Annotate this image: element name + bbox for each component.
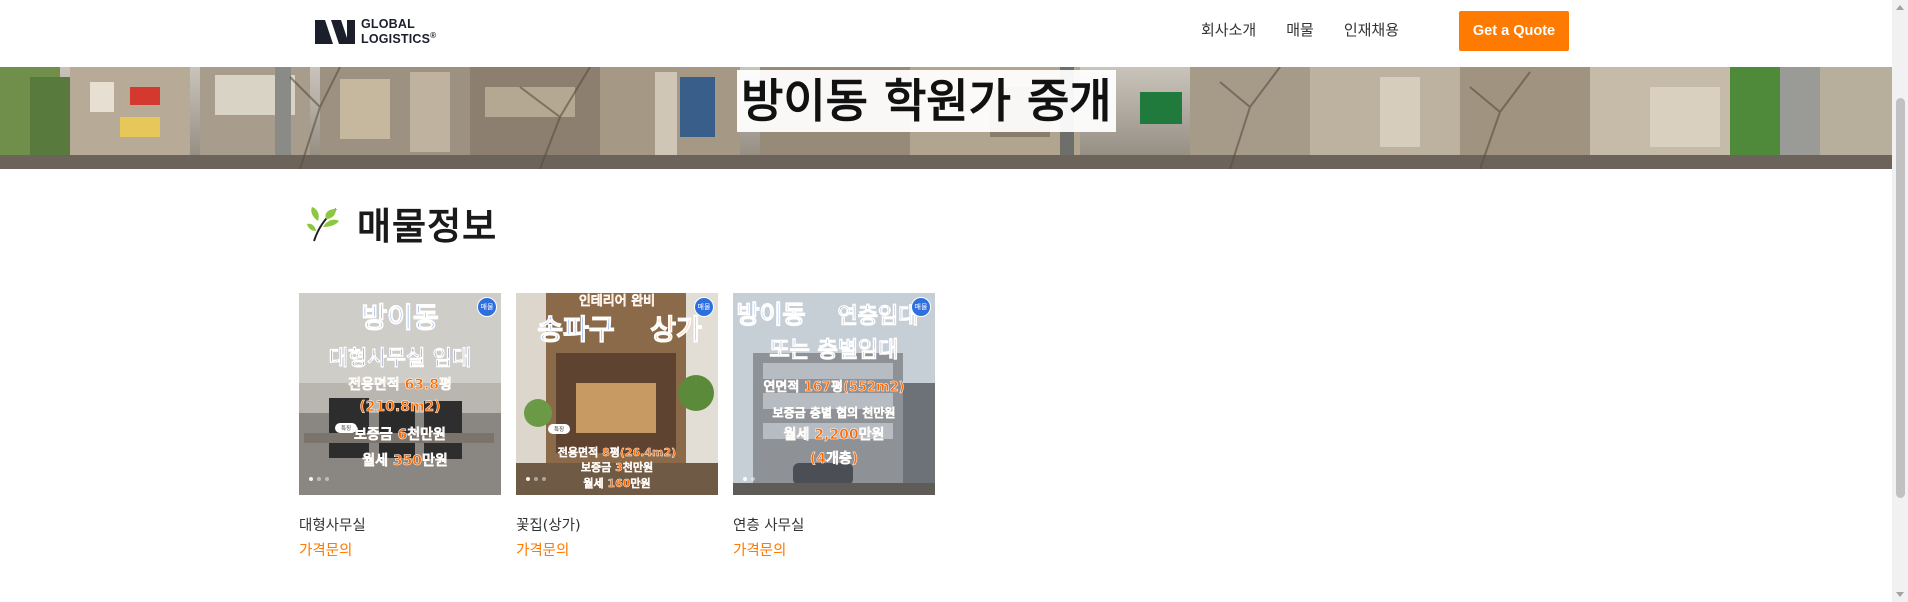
nav-item-careers[interactable]: 인재채용 [1344,19,1399,41]
feature-tag: 특징 [335,423,357,433]
logo-mark-icon [315,20,355,44]
logo-line-2: LOGISTICS [361,32,431,47]
nav-item-company[interactable]: 회사소개 [1201,19,1256,41]
image-line-5: 보증금 층별 협의 천만원 [773,405,896,420]
image-line-6: 월세 2,200만원 [784,426,885,443]
image-line-4: (210.8m2) [359,399,440,415]
hero-banner: 방이동 학원가 중개 [0,67,1892,169]
image-line-1: 인테리어 완비 [579,293,655,309]
listing-name[interactable]: 연층 사무실 [733,516,935,536]
listing-badge: 매물 [911,297,931,317]
carousel-dots[interactable] [309,477,333,481]
scrollbar-thumb[interactable] [1896,98,1905,498]
registered-mark: ® [430,31,437,41]
image-line-5: 보증금 6천만원 [354,427,446,443]
image-line-1: 방이동 [736,300,805,329]
listing-badge: 매물 [694,297,714,317]
listing-badge: 매물 [477,297,497,317]
carousel-dots[interactable] [526,477,550,481]
image-line-7: (4개층) [810,451,858,467]
image-line-2: 송파구 [537,313,614,346]
image-line-2: 연층임대 [838,304,919,329]
section-header: 매물정보 [306,196,497,250]
page-scrollbar[interactable] [1892,0,1908,602]
image-line-3: 전용면적 63.8평 [348,376,452,393]
leaf-icon [307,207,339,242]
image-line-3: 상가 [650,313,702,346]
logo[interactable]: GLOBAL LOGISTICS® [313,18,436,46]
listing-price: 가격문의 [733,543,787,559]
listing-card[interactable]: 인테리어 완비 송파구 상가 전용면적 8평(26.4m2) 보증금 3천만원 … [516,293,718,561]
scroll-down-arrow-icon[interactable] [1896,592,1904,597]
main-nav: 회사소개 매물 인재채용 [1201,19,1429,41]
listing-card[interactable]: 방이동 연층임대 또는 층별임대 연면적 167평(552m2) 보증금 층별 … [733,293,935,561]
listing-card[interactable]: 방이동 대형사무실 임대 전용면적 63.8평 (210.8m2) 보증금 6천… [299,293,501,561]
logo-text: GLOBAL LOGISTICS® [361,17,437,47]
image-line-4: 전용면적 8평(26.4m2) [558,445,676,459]
get-a-quote-button[interactable]: Get a Quote [1459,11,1569,51]
carousel-dots[interactable] [743,477,759,481]
listing-image[interactable]: 방이동 대형사무실 임대 전용면적 63.8평 (210.8m2) 보증금 6천… [299,293,501,495]
section-title: 매물정보 [357,205,498,248]
flower-shop-photo: 인테리어 완비 송파구 상가 전용면적 8평(26.4m2) 보증금 3천만원 … [516,293,718,495]
building-photo: 방이동 연층임대 또는 층별임대 연면적 167평(552m2) 보증금 층별 … [733,293,935,495]
listing-price: 가격문의 [516,543,570,559]
listing-image[interactable]: 방이동 연층임대 또는 층별임대 연면적 167평(552m2) 보증금 층별 … [733,293,935,495]
listing-name[interactable]: 대형사무실 [299,516,501,536]
listing-name[interactable]: 꽃집(상가) [516,516,718,536]
image-line-4: 연면적 167평(552m2) [763,379,904,395]
image-line-6: 월세 160만원 [583,476,650,490]
office-photo: 방이동 대형사무실 임대 전용면적 63.8평 (210.8m2) 보증금 6천… [299,293,501,495]
listing-image[interactable]: 인테리어 완비 송파구 상가 전용면적 8평(26.4m2) 보증금 3천만원 … [516,293,718,495]
image-line-1: 방이동 [361,301,438,334]
feature-tag: 특징 [548,424,570,434]
nav-item-listings[interactable]: 매물 [1286,19,1314,41]
image-line-3: 또는 층별임대 [769,338,898,363]
scroll-up-arrow-icon[interactable] [1896,5,1904,10]
listing-price: 가격문의 [299,543,353,559]
hero-title: 방이동 학원가 중개 [737,70,1116,132]
image-line-5: 보증금 3천만원 [581,460,653,474]
image-line-6: 월세 350만원 [362,452,448,469]
image-line-2: 대형사무실 임대 [329,346,472,370]
site-header: GLOBAL LOGISTICS® 회사소개 매물 인재채용 Get a Quo… [0,0,1892,67]
logo-line-1: GLOBAL [361,17,415,32]
